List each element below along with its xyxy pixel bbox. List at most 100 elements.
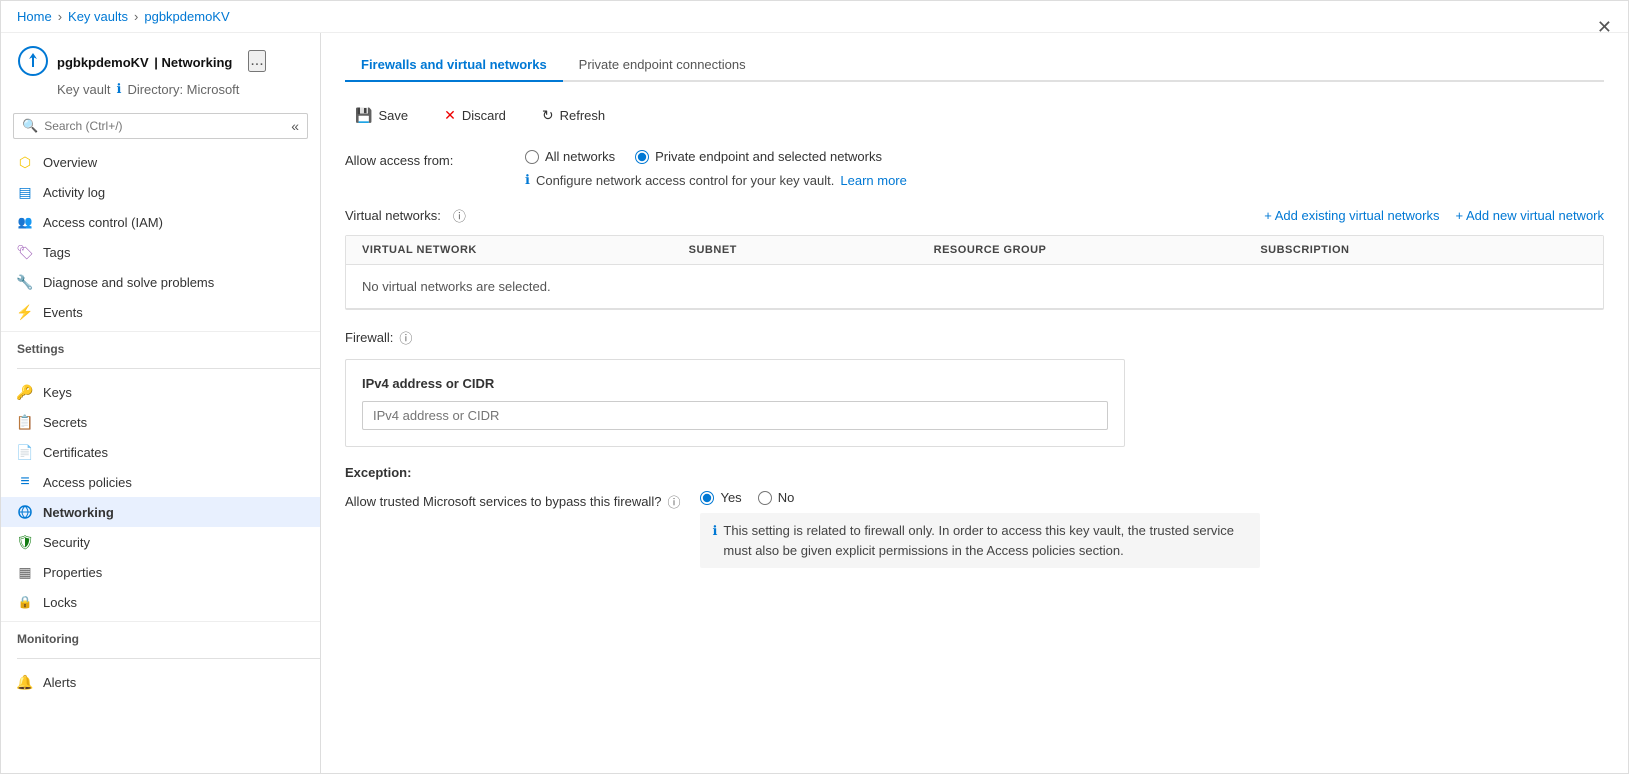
secrets-icon: 📋 — [17, 414, 33, 430]
sidebar-item-tags[interactable]: 🏷 Tags — [1, 237, 320, 267]
bypass-no-label: No — [778, 490, 795, 505]
sidebar-item-access-policies[interactable]: ≡ Access policies — [1, 467, 320, 497]
exception-label: Exception: — [345, 465, 1604, 480]
vnet-table: VIRTUAL NETWORK SUBNET RESOURCE GROUP SU… — [345, 235, 1604, 310]
tabs-container: Firewalls and virtual networks Private e… — [345, 49, 1604, 82]
ellipsis-button[interactable]: ... — [248, 50, 265, 72]
radio-all-networks-label: All networks — [545, 149, 615, 164]
resource-name: pgbkpdemoKV | Networking — [57, 50, 232, 73]
sidebar-item-secrets[interactable]: 📋 Secrets — [1, 407, 320, 437]
settings-section-header: Settings — [1, 331, 320, 360]
collapse-sidebar-button[interactable]: « — [291, 118, 299, 134]
sidebar-label-secrets: Secrets — [43, 415, 87, 430]
sidebar-item-properties[interactable]: ▦ Properties — [1, 557, 320, 587]
add-new-vnet-button[interactable]: + Add new virtual network — [1456, 208, 1605, 223]
sidebar-item-certificates[interactable]: 📄 Certificates — [1, 437, 320, 467]
sidebar-label-certificates: Certificates — [43, 445, 108, 460]
sidebar-label-tags: Tags — [43, 245, 70, 260]
sidebar-header: pgbkpdemoKV | Networking ... Key vault ℹ… — [1, 33, 320, 105]
sidebar-item-networking[interactable]: Networking — [1, 497, 320, 527]
access-control-icon: 👥 — [17, 214, 33, 230]
sidebar-label-locks: Locks — [43, 595, 77, 610]
breadcrumb-resource[interactable]: pgbkpdemoKV — [144, 9, 229, 24]
info-blue-icon: ℹ — [525, 172, 530, 188]
radio-private-endpoint-input[interactable] — [635, 150, 649, 164]
radio-private-endpoint[interactable]: Private endpoint and selected networks — [635, 149, 882, 164]
col-subscription: SUBSCRIPTION — [1260, 244, 1587, 256]
refresh-button[interactable]: ↻ Refresh — [532, 102, 615, 129]
sidebar-item-diagnose[interactable]: 🔧 Diagnose and solve problems — [1, 267, 320, 297]
save-label: Save — [378, 108, 408, 123]
discard-icon: ✕ — [444, 107, 456, 124]
exception-section: Exception: Allow trusted Microsoft servi… — [345, 465, 1604, 568]
search-input[interactable] — [44, 119, 285, 133]
security-icon: 🛡 — [17, 534, 33, 550]
networking-icon — [17, 504, 33, 520]
info-icon[interactable]: ℹ — [116, 81, 121, 97]
breadcrumb: Home › Key vaults › pgbkpdemoKV — [1, 1, 1628, 33]
sidebar-item-alerts[interactable]: 🔔 Alerts — [1, 667, 320, 697]
radio-private-endpoint-label: Private endpoint and selected networks — [655, 149, 882, 164]
vnet-help-icon[interactable]: ⓘ — [453, 206, 466, 225]
col-virtual-network: VIRTUAL NETWORK — [362, 244, 689, 256]
sidebar-label-properties: Properties — [43, 565, 102, 580]
allow-access-info: ℹ Configure network access control for y… — [525, 172, 907, 188]
tab-firewalls[interactable]: Firewalls and virtual networks — [345, 49, 563, 82]
sidebar-item-keys[interactable]: 🔑 Keys — [1, 377, 320, 407]
sidebar-item-security[interactable]: 🛡 Security — [1, 527, 320, 557]
radio-all-networks[interactable]: All networks — [525, 149, 615, 164]
vnet-label: Virtual networks: — [345, 208, 441, 223]
sidebar-label-networking: Networking — [43, 505, 114, 520]
settings-divider — [17, 368, 320, 369]
tab-private-endpoints[interactable]: Private endpoint connections — [563, 49, 762, 82]
save-icon: 💾 — [355, 107, 372, 124]
firewall-box: IPv4 address or CIDR — [345, 359, 1125, 447]
sidebar-item-events[interactable]: ⚡ Events — [1, 297, 320, 327]
bypass-yes-input[interactable] — [700, 491, 714, 505]
sidebar-item-locks[interactable]: 🔒 Locks — [1, 587, 320, 617]
allow-access-options: All networks Private endpoint and select… — [525, 149, 907, 188]
main-content: Firewalls and virtual networks Private e… — [321, 33, 1628, 773]
bypass-label: Allow trusted Microsoft services to bypa… — [345, 490, 680, 511]
certificates-icon: 📄 — [17, 444, 33, 460]
cidr-input[interactable] — [362, 401, 1108, 430]
resource-subtitle: Key vault ℹ Directory: Microsoft — [57, 81, 304, 97]
bypass-yes-option[interactable]: Yes — [700, 490, 741, 505]
bypass-no-option[interactable]: No — [758, 490, 795, 505]
save-button[interactable]: 💾 Save — [345, 102, 418, 129]
learn-more-link[interactable]: Learn more — [840, 173, 906, 188]
sidebar-item-access-control[interactable]: 👥 Access control (IAM) — [1, 207, 320, 237]
locks-icon: 🔒 — [17, 594, 33, 610]
sidebar-label-overview: Overview — [43, 155, 97, 170]
bypass-no-input[interactable] — [758, 491, 772, 505]
sidebar-item-overview[interactable]: ⬡ Overview — [1, 147, 320, 177]
search-icon: 🔍 — [22, 118, 38, 134]
refresh-label: Refresh — [560, 108, 606, 123]
access-policies-icon: ≡ — [17, 474, 33, 490]
allow-access-label: Allow access from: — [345, 149, 505, 168]
breadcrumb-home[interactable]: Home — [17, 9, 52, 24]
virtual-networks-section: Virtual networks: ⓘ + Add existing virtu… — [345, 206, 1604, 310]
firewall-help-icon[interactable]: ⓘ — [399, 328, 412, 347]
breadcrumb-keyvaults[interactable]: Key vaults — [68, 9, 128, 24]
sidebar-label-access-policies: Access policies — [43, 475, 132, 490]
discard-label: Discard — [462, 108, 506, 123]
diagnose-icon: 🔧 — [17, 274, 33, 290]
vnet-empty-message: No virtual networks are selected. — [346, 265, 1603, 309]
resource-icon — [17, 45, 49, 77]
toolbar: 💾 Save ✕ Discard ↻ Refresh — [345, 102, 1604, 129]
bypass-info-icon: ℹ — [712, 521, 717, 541]
add-existing-vnet-button[interactable]: + Add existing virtual networks — [1264, 208, 1439, 223]
firewall-box-title: IPv4 address or CIDR — [362, 376, 1108, 391]
discard-button[interactable]: ✕ Discard — [434, 102, 516, 129]
sidebar-label-activity-log: Activity log — [43, 185, 105, 200]
sidebar-item-activity-log[interactable]: ▤ Activity log — [1, 177, 320, 207]
close-button[interactable]: ✕ — [1597, 17, 1612, 38]
bypass-help-icon[interactable]: ⓘ — [667, 492, 680, 511]
radio-all-networks-input[interactable] — [525, 150, 539, 164]
sidebar-scroll: ⬡ Overview ▤ Activity log 👥 Access contr… — [1, 147, 320, 773]
vnet-header: Virtual networks: ⓘ + Add existing virtu… — [345, 206, 1604, 225]
overview-icon: ⬡ — [17, 154, 33, 170]
monitoring-divider — [17, 658, 320, 659]
events-icon: ⚡ — [17, 304, 33, 320]
